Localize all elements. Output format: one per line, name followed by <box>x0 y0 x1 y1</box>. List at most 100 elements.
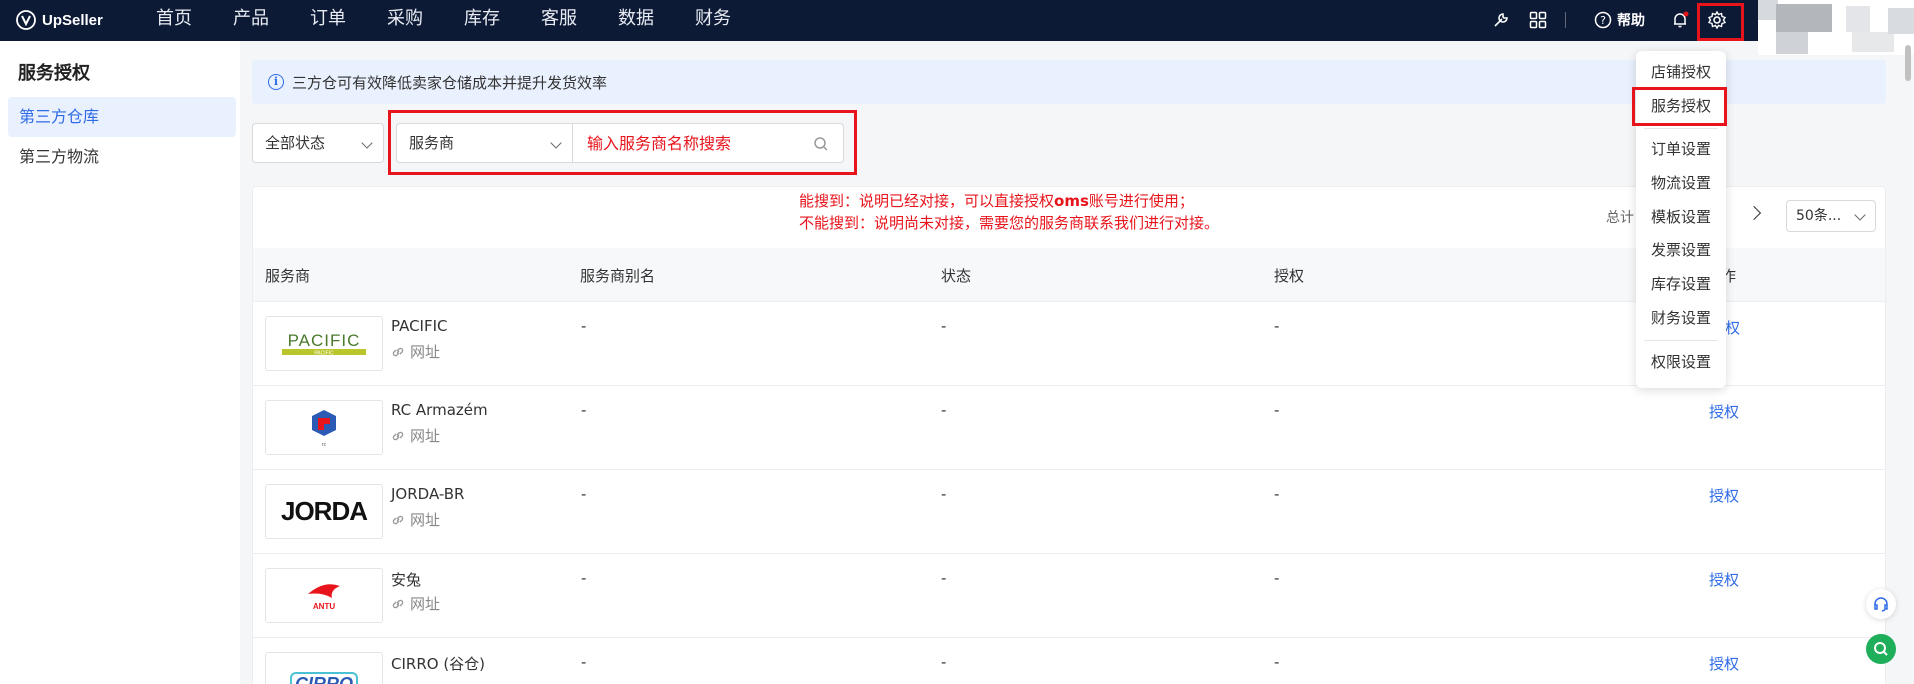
app-logo[interactable]: UpSeller <box>16 9 103 31</box>
service-auth-highlight-box <box>1632 87 1727 126</box>
page-scrollbar[interactable] <box>1905 45 1911 81</box>
svg-text:PACIFIC: PACIFIC <box>288 331 361 350</box>
provider-alias: - <box>581 317 587 335</box>
table-row: CIRRO CIRRO (谷仓) - - - 授权 <box>253 638 1885 684</box>
status-select-value: 全部状态 <box>265 134 326 152</box>
gear-highlight-box <box>1697 3 1744 41</box>
menu-item-template-settings[interactable]: 模板设置 <box>1636 202 1726 232</box>
link-icon <box>392 431 404 440</box>
provider-auth-state: - <box>1274 485 1280 503</box>
authorize-link[interactable]: 授权 <box>1709 653 1739 674</box>
provider-name: 安兔 <box>391 571 422 589</box>
sidebar-title: 服务授权 <box>18 63 90 84</box>
topbar-divider <box>1565 12 1566 28</box>
provider-auth-state: - <box>1274 653 1280 671</box>
provider-url-link[interactable]: 网址 <box>391 425 440 446</box>
link-icon <box>392 515 404 524</box>
provider-auth-state: - <box>1274 569 1280 587</box>
nav-finance[interactable]: 财务 <box>695 0 731 41</box>
provider-logo-cirro: CIRRO <box>265 652 383 684</box>
search-highlight-box <box>388 110 857 175</box>
apps-grid-icon[interactable] <box>1529 10 1547 30</box>
svg-text:PACIFIC: PACIFIC <box>314 350 334 356</box>
pacific-logo-icon: PACIFIC PACIFIC <box>282 331 366 356</box>
jorda-logo-text: JORDA <box>280 496 368 526</box>
help-button[interactable]: ? 帮助 <box>1594 10 1645 30</box>
provider-status: - <box>941 485 947 503</box>
cirro-logo-text: CIRRO <box>290 672 358 684</box>
floating-search-button[interactable] <box>1866 634 1896 664</box>
link-icon <box>392 599 404 608</box>
th-status: 状态 <box>941 267 972 285</box>
pager-total: 总计 <box>1606 210 1634 226</box>
provider-logo-rc-armazem: rc <box>265 400 383 455</box>
wrench-icon[interactable] <box>1492 10 1510 30</box>
provider-name: RC Armazém <box>391 401 488 419</box>
provider-alias: - <box>581 653 587 671</box>
nav-data[interactable]: 数据 <box>618 0 654 41</box>
provider-url-link[interactable]: 网址 <box>391 509 440 530</box>
help-label: 帮助 <box>1617 13 1645 29</box>
nav-orders[interactable]: 订单 <box>310 0 346 41</box>
menu-item-permission-settings[interactable]: 权限设置 <box>1636 347 1726 377</box>
upseller-logo-icon <box>16 10 36 30</box>
nav-customer-service[interactable]: 客服 <box>541 0 577 41</box>
nav-inventory[interactable]: 库存 <box>464 0 500 41</box>
bell-icon[interactable] <box>1671 10 1689 30</box>
chevron-down-icon <box>361 137 373 149</box>
provider-name: CIRRO (谷仓) <box>391 655 486 673</box>
menu-divider <box>1644 128 1718 129</box>
nav-home[interactable]: 首页 <box>156 0 192 41</box>
menu-divider <box>1644 340 1718 341</box>
menu-item-order-settings[interactable]: 订单设置 <box>1636 134 1726 164</box>
th-alias: 服务商别名 <box>580 267 656 285</box>
info-icon: i <box>268 74 284 90</box>
nav-purchase[interactable]: 采购 <box>387 0 423 41</box>
provider-logo-jorda: JORDA <box>265 484 383 539</box>
table-row: JORDA JORDA-BR 网址 - - - 授权 <box>253 470 1885 554</box>
provider-status: - <box>941 569 947 587</box>
sidebar-item-third-party-logistics[interactable]: 第三方物流 <box>8 137 236 177</box>
link-icon <box>392 347 404 356</box>
provider-alias: - <box>581 401 587 419</box>
menu-item-finance-settings[interactable]: 财务设置 <box>1636 303 1726 333</box>
page-size-select[interactable]: 50条... <box>1786 200 1876 232</box>
provider-status: - <box>941 401 947 419</box>
search-icon <box>1874 642 1888 656</box>
authorize-link[interactable]: 权 <box>1725 317 1740 338</box>
authorize-link[interactable]: 授权 <box>1709 569 1739 590</box>
page-size-value: 50条... <box>1796 208 1842 224</box>
provider-status: - <box>941 653 947 671</box>
sidebar: 服务授权 第三方仓库 第三方物流 <box>0 41 240 684</box>
provider-auth-state: - <box>1274 401 1280 419</box>
provider-alias: - <box>581 485 587 503</box>
sidebar-item-third-party-warehouse[interactable]: 第三方仓库 <box>8 97 236 137</box>
brand-name: UpSeller <box>42 11 103 29</box>
headset-icon <box>1874 597 1888 612</box>
menu-item-store-authorization[interactable]: 店铺授权 <box>1636 57 1726 87</box>
status-select[interactable]: 全部状态 <box>252 123 384 163</box>
provider-url-link[interactable]: 网址 <box>391 593 440 614</box>
customer-support-button[interactable] <box>1866 589 1896 619</box>
account-avatar-blurred[interactable] <box>1758 0 1914 55</box>
authorize-link[interactable]: 授权 <box>1709 485 1739 506</box>
nav-products[interactable]: 产品 <box>233 0 269 41</box>
table-row: ANTU 安兔 网址 - - - 授权 <box>253 554 1885 638</box>
menu-item-invoice-settings[interactable]: 发票设置 <box>1636 235 1726 265</box>
provider-logo-antu: ANTU <box>265 568 383 623</box>
rc-armazem-logo-icon: rc <box>312 409 336 448</box>
top-navbar: UpSeller 首页 产品 订单 采购 库存 客服 数据 财务 ? 帮助 <box>0 0 1914 41</box>
chevron-down-icon <box>1854 209 1866 221</box>
menu-item-logistics-settings[interactable]: 物流设置 <box>1636 168 1726 198</box>
svg-text:rc: rc <box>322 442 327 448</box>
antu-logo-icon: ANTU <box>308 583 340 611</box>
provider-name: PACIFIC <box>391 317 448 335</box>
menu-item-inventory-settings[interactable]: 库存设置 <box>1636 269 1726 299</box>
th-authorization: 授权 <box>1274 267 1305 285</box>
annotation-note: 能搜到：说明已经对接，可以直接授权oms账号进行使用； 不能搜到：说明尚未对接，… <box>799 192 1220 232</box>
help-icon: ? <box>1594 11 1612 29</box>
provider-status: - <box>941 317 947 335</box>
provider-url-link[interactable]: 网址 <box>391 341 440 362</box>
authorize-link[interactable]: 授权 <box>1709 401 1739 422</box>
svg-text:ANTU: ANTU <box>313 602 335 611</box>
